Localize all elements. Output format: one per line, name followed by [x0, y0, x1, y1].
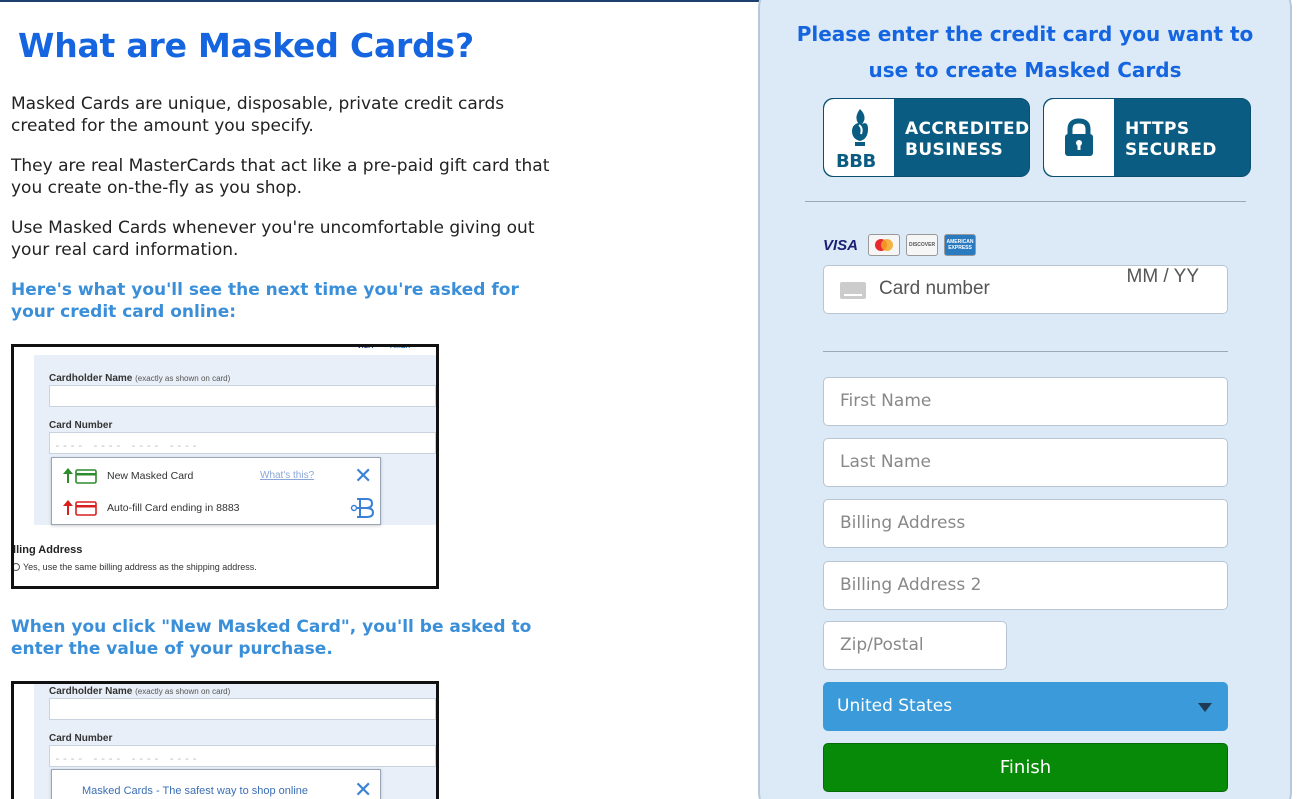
badge-logo-area: [1044, 99, 1114, 176]
https-badge-text: HTTPS SECURED: [1125, 119, 1217, 160]
discover-icon: DISCOVER: [906, 234, 939, 256]
country-select[interactable]: United States: [823, 682, 1228, 731]
popup-text: Masked Cards - The safest way to shop on…: [82, 785, 309, 797]
https-secured-badge: HTTPS SECURED: [1043, 98, 1251, 177]
usage-paragraph: Use Masked Cards whenever you're uncomfo…: [11, 218, 535, 260]
card-number-label: Card Number: [49, 420, 113, 431]
masked-card-popup: Masked Cards - The safest way to shop on…: [51, 769, 381, 799]
autofill-popup: New Masked Card What's this? ✕ Auto-fill…: [51, 457, 381, 525]
billing-same-option: Yes, use the same billing address as the…: [14, 562, 257, 572]
billing-address-label: illing Address: [11, 544, 83, 556]
option-autofill-card: Auto-fill Card ending in 8883: [52, 492, 380, 524]
cardholder-field: [49, 698, 436, 720]
amex-icon: AMERICAN EXPRESS: [944, 234, 977, 256]
card-number-label: Card Number: [49, 733, 113, 744]
chevron-down-icon: [1198, 703, 1212, 712]
subhead-new-masked-card: When you click "New Masked Card", you'll…: [11, 617, 532, 659]
bbb-badge-text: ACCREDITED BUSINESS: [905, 119, 1030, 160]
top-border: [0, 0, 760, 2]
example-screenshot-value: Cardholder Name (exactly as shown on car…: [11, 681, 439, 799]
card-number-placeholder: ---- ---- ---- ----: [54, 752, 199, 765]
page-title: What are Masked Cards?: [18, 26, 474, 65]
amex-icon: AMEX: [390, 344, 411, 350]
badge-divider: [805, 201, 1246, 202]
cardholder-label: Cardholder Name (exactly as shown on car…: [49, 373, 231, 384]
billing-address-input[interactable]: Billing Address: [823, 499, 1228, 548]
subhead-what-you-see: Here's what you'll see the next time you…: [11, 280, 519, 322]
brand-b-icon: [350, 498, 375, 518]
new-card-icon: [63, 468, 97, 484]
panel-title: Please enter the credit card you want to…: [796, 22, 1254, 82]
autofill-card-icon: [63, 500, 97, 516]
close-icon: ✕: [354, 777, 373, 799]
expiry-input[interactable]: MM / YY: [1127, 266, 1200, 288]
card-number-placeholder: ---- ---- ---- ----: [54, 439, 199, 452]
visa-icon: VISA: [357, 344, 374, 350]
finish-button[interactable]: Finish: [823, 743, 1228, 792]
bbb-logo-text: BBB: [836, 151, 876, 172]
whats-this-link: What's this?: [260, 470, 315, 481]
zip-input[interactable]: Zip/Postal: [823, 621, 1007, 670]
badge-logo-area: BBB: [824, 99, 894, 176]
card-number-input[interactable]: Card number MM / YY: [823, 265, 1228, 314]
billing-address-2-input[interactable]: Billing Address 2: [823, 561, 1228, 610]
form-divider: [823, 351, 1228, 352]
mastercard-paragraph: They are real MasterCards that act like …: [11, 156, 550, 198]
accepted-cards: VISA DISCOVER AMERICAN EXPRESS: [823, 232, 977, 258]
cardholder-field: [49, 385, 436, 407]
lock-icon: [1065, 118, 1093, 156]
last-name-input[interactable]: Last Name: [823, 438, 1228, 487]
option-new-masked-card: New Masked Card What's this? ✕: [52, 460, 380, 492]
close-icon: ✕: [354, 463, 373, 488]
intro-paragraph: Masked Cards are unique, disposable, pri…: [11, 94, 505, 136]
first-name-input[interactable]: First Name: [823, 377, 1228, 426]
example-screenshot-autofill: VISA AMEX Cardholder Name (exactly as sh…: [11, 344, 439, 589]
mastercard-icon: [868, 234, 901, 256]
visa-icon: VISA: [823, 236, 859, 254]
cardholder-label: Cardholder Name (exactly as shown on car…: [49, 686, 231, 697]
credit-card-icon: [840, 282, 866, 299]
bbb-accredited-badge: BBB ACCREDITED BUSINESS: [823, 98, 1030, 177]
bbb-torch-icon: [852, 109, 868, 146]
